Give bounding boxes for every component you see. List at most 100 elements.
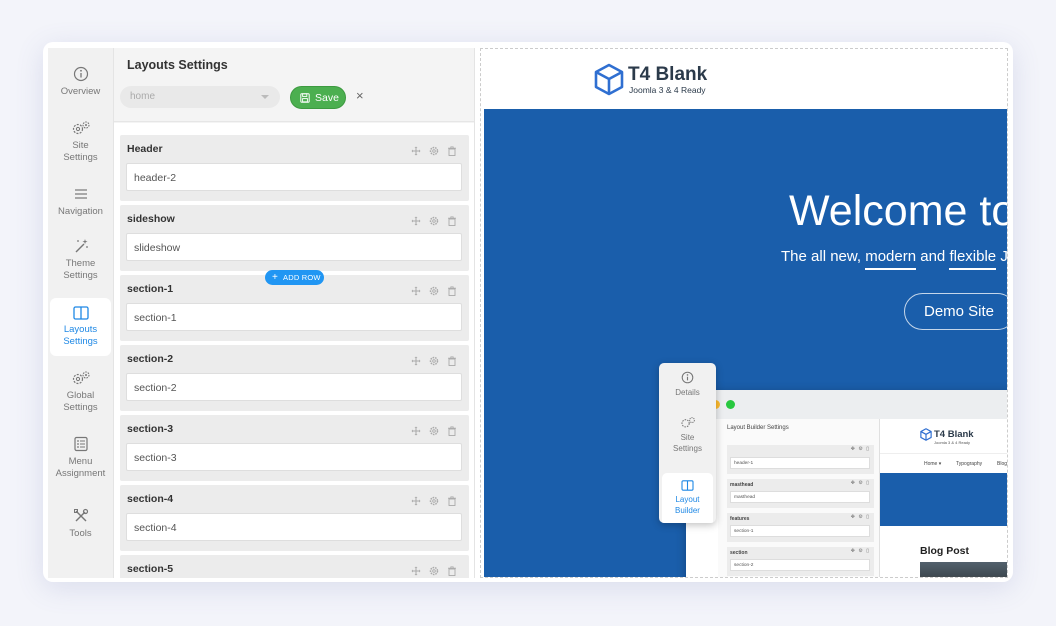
sidebar-item-label: Layouts Settings bbox=[63, 324, 98, 347]
row-section-field[interactable]: section-1 bbox=[126, 303, 462, 331]
gears-icon bbox=[680, 417, 695, 428]
hero-title: Welcome to bbox=[789, 187, 1008, 235]
mockup-row-field: section-1 bbox=[730, 525, 870, 537]
panel-title: Layouts Settings bbox=[127, 58, 228, 72]
row-section-field[interactable]: section-3 bbox=[126, 443, 462, 471]
layout-row-section-4[interactable]: section-4 section-4 bbox=[120, 485, 469, 551]
row-label: sideshow bbox=[127, 213, 175, 225]
mockup-row-label: section bbox=[730, 550, 748, 556]
logo-tagline: Joomla 3 & 4 Ready bbox=[629, 85, 706, 95]
mockup-row-icons: ✥ ⚙ ▯ bbox=[850, 446, 870, 452]
hero-subtitle-part: and bbox=[916, 248, 950, 265]
sidebar-item-menu-assignment[interactable]: Menu Assignment bbox=[48, 436, 113, 480]
gear-icon[interactable] bbox=[429, 496, 439, 506]
mockup-nav-item: Blog bbox=[997, 461, 1008, 467]
gear-icon[interactable] bbox=[429, 286, 439, 296]
sidebar-item-label: Overview bbox=[60, 86, 101, 97]
trash-icon[interactable] bbox=[447, 286, 457, 296]
mockup-site-preview: T4 Blank Joomla 3 & 4 Ready Home ▾ Typog… bbox=[880, 419, 1008, 577]
mockup-row: features ✥ ⚙ ▯ section-1 bbox=[727, 513, 874, 542]
list-icon bbox=[73, 436, 88, 452]
sidebar-item-overview[interactable]: Overview bbox=[48, 66, 113, 98]
mockup-titlebar bbox=[686, 390, 1007, 419]
move-icon[interactable] bbox=[411, 496, 421, 506]
sidebar-item-navigation[interactable]: Navigation bbox=[48, 186, 113, 218]
row-actions bbox=[403, 213, 457, 231]
demo-site-button[interactable]: Demo Site bbox=[904, 293, 1007, 330]
sidebar-item-label: Navigation bbox=[58, 206, 103, 217]
mockup-layout-panel: Layout Builder Settings ✥ ⚙ ▯ header-1 ma… bbox=[718, 419, 880, 577]
gears-icon bbox=[72, 371, 90, 385]
row-label: Header bbox=[127, 143, 163, 155]
hero-section: Welcome to The all new, modern and flexi… bbox=[484, 109, 1008, 577]
row-actions bbox=[403, 563, 457, 578]
layout-select[interactable]: home bbox=[120, 86, 280, 108]
site-preview: T4 Blank Joomla 3 & 4 Ready Welcome to T… bbox=[480, 48, 1008, 578]
row-section-field[interactable]: slideshow bbox=[126, 233, 462, 261]
sidebar-item-global-settings[interactable]: Global Settings bbox=[48, 370, 113, 414]
layout-row-header[interactable]: Header header-2 bbox=[120, 135, 469, 201]
row-actions bbox=[403, 143, 457, 161]
hero-subtitle: The all new, modern and flexible Jo bbox=[781, 248, 1007, 270]
layout-rows-list: Header header-2 sideshow slideshow + ADD … bbox=[114, 123, 474, 578]
move-icon[interactable] bbox=[411, 286, 421, 296]
trash-icon[interactable] bbox=[447, 566, 457, 576]
gear-icon[interactable] bbox=[429, 356, 439, 366]
logo-name: T4 Blank bbox=[628, 64, 708, 85]
save-button[interactable]: Save bbox=[290, 86, 346, 109]
move-icon[interactable] bbox=[411, 146, 421, 156]
mockup-window: Layout Builder Settings ✥ ⚙ ▯ header-1 ma… bbox=[686, 390, 1008, 577]
chevron-down-icon bbox=[261, 95, 269, 99]
window-maximize-dot bbox=[726, 400, 735, 409]
move-icon[interactable] bbox=[411, 216, 421, 226]
close-icon[interactable]: × bbox=[356, 88, 364, 103]
add-row-button[interactable]: + ADD ROW bbox=[265, 270, 324, 285]
mockup-row-icons: ✥ ⚙ ▯ bbox=[850, 514, 870, 520]
move-icon[interactable] bbox=[411, 566, 421, 576]
row-section-field[interactable]: header-2 bbox=[126, 163, 462, 191]
layouts-settings-panel: Layouts Settings home Save × Header head… bbox=[113, 48, 475, 578]
move-icon[interactable] bbox=[411, 356, 421, 366]
mockup-row-label: masthead bbox=[730, 482, 754, 488]
mockup-nav-item: Typography bbox=[956, 461, 983, 467]
mockup-sidebar-label: Site Settings bbox=[673, 433, 702, 453]
sidebar-item-label: Site Settings bbox=[63, 140, 98, 163]
trash-icon[interactable] bbox=[447, 356, 457, 366]
gear-icon[interactable] bbox=[429, 426, 439, 436]
trash-icon[interactable] bbox=[447, 496, 457, 506]
sidebar-item-label: Global Settings bbox=[63, 390, 98, 413]
sidebar-item-theme-settings[interactable]: Theme Settings bbox=[48, 238, 113, 282]
layout-row-sideshow[interactable]: sideshow slideshow bbox=[120, 205, 469, 271]
sidebar-item-layouts-settings[interactable]: Layouts Settings bbox=[50, 298, 111, 356]
plus-icon: + bbox=[272, 272, 279, 283]
mockup-sidebar-label: Details bbox=[675, 388, 700, 397]
sidebar: Overview Site Settings Navigation Theme … bbox=[48, 48, 113, 578]
gear-icon[interactable] bbox=[429, 566, 439, 576]
mockup-sidebar-item-details: Details bbox=[659, 371, 716, 398]
save-icon bbox=[300, 93, 310, 103]
site-logo[interactable]: T4 Blank Joomla 3 & 4 Ready bbox=[594, 63, 707, 101]
trash-icon[interactable] bbox=[447, 216, 457, 226]
sidebar-item-tools[interactable]: Tools bbox=[48, 508, 113, 540]
layout-row-section-2[interactable]: section-2 section-2 bbox=[120, 345, 469, 411]
row-section-field[interactable]: section-4 bbox=[126, 513, 462, 541]
cube-logo-icon bbox=[594, 63, 624, 96]
row-label: section-1 bbox=[127, 283, 174, 295]
trash-icon[interactable] bbox=[447, 146, 457, 156]
row-actions bbox=[403, 493, 457, 511]
layout-row-section-3[interactable]: section-3 section-3 bbox=[120, 415, 469, 481]
menu-icon bbox=[74, 189, 87, 199]
sidebar-item-site-settings[interactable]: Site Settings bbox=[48, 120, 113, 164]
trash-icon[interactable] bbox=[447, 426, 457, 436]
gear-icon[interactable] bbox=[429, 146, 439, 156]
mockup-row-field: header-1 bbox=[730, 457, 870, 469]
row-section-field[interactable]: section-2 bbox=[126, 373, 462, 401]
layout-row-section-5[interactable]: section-5 bbox=[120, 555, 469, 578]
mockup-row-icons: ✥ ⚙ ▯ bbox=[850, 480, 870, 486]
gear-icon[interactable] bbox=[429, 216, 439, 226]
row-actions bbox=[403, 353, 457, 371]
hero-subtitle-flexible: flexible bbox=[949, 248, 997, 270]
move-icon[interactable] bbox=[411, 426, 421, 436]
mockup-logo-name: T4 Blank bbox=[934, 429, 974, 440]
row-label: section-3 bbox=[127, 423, 174, 435]
